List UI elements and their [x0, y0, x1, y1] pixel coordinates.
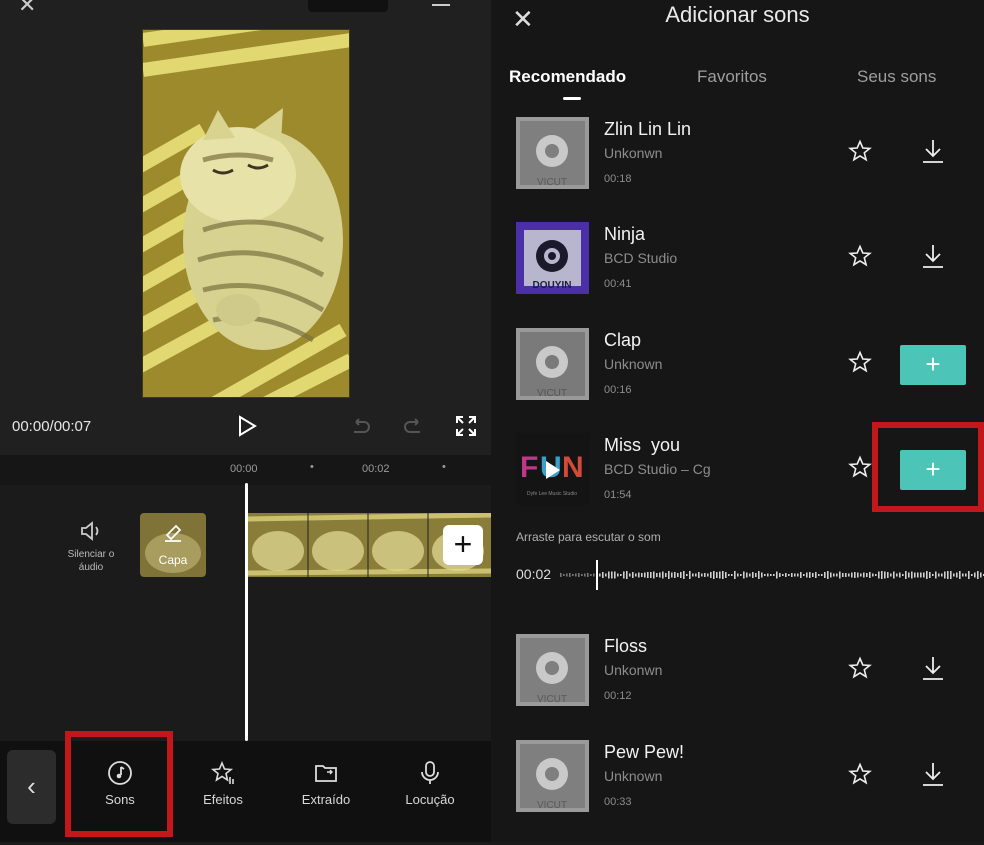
download-icon[interactable]	[920, 137, 946, 170]
back-button[interactable]: ‹	[7, 750, 56, 824]
tool-efeitos[interactable]: Efeitos	[178, 760, 268, 807]
ruler-tick: 00:02	[362, 463, 390, 475]
tab-recomendado[interactable]: Recomendado	[509, 67, 626, 87]
microphone-icon	[421, 761, 439, 784]
svg-text:VICUT: VICUT	[537, 177, 567, 188]
sound-title: Ninja	[604, 224, 646, 244]
menu-icon[interactable]	[432, 4, 450, 6]
sound-duration: 01:54	[604, 489, 632, 501]
svg-text:VICUT: VICUT	[537, 388, 567, 399]
download-icon[interactable]	[920, 654, 946, 687]
ruler-dot: •	[310, 461, 314, 473]
favorite-star-icon[interactable]	[848, 656, 872, 685]
redo-icon[interactable]	[402, 416, 424, 443]
sound-item-ninja[interactable]: DOUYIN Ninja BCD Studio 00:41	[491, 222, 984, 327]
sound-duration: 00:12	[604, 690, 632, 702]
tool-locucao[interactable]: Locução	[385, 760, 475, 807]
speaker-icon	[81, 521, 99, 541]
undo-icon[interactable]	[350, 416, 372, 443]
sound-title: Zlin Lin Lin	[604, 119, 692, 139]
sound-title: Pew Pew!	[604, 742, 685, 762]
svg-text:F: F	[520, 451, 538, 484]
fullscreen-icon[interactable]	[455, 415, 477, 442]
sound-artist: Unknown	[604, 768, 663, 784]
vicut-logo-icon: VICUT	[516, 117, 589, 189]
svg-text:Dyfe Lee Music Studio: Dyfe Lee Music Studio	[527, 491, 577, 497]
svg-text:DOUYIN: DOUYIN	[533, 280, 572, 291]
vicut-logo-icon: VICUT	[516, 634, 589, 706]
sound-duration: 00:41	[604, 278, 632, 290]
timecode: 00:00/00:07	[12, 418, 92, 435]
highlight-sons	[65, 731, 173, 837]
ruler-tick: 00:00	[230, 463, 258, 475]
close-icon[interactable]: ✕	[18, 0, 36, 18]
highlight-add-button	[872, 422, 984, 512]
add-sound-button[interactable]: +	[900, 345, 966, 385]
sound-artist: Unkonwn	[604, 145, 663, 161]
tab-seus-sons[interactable]: Seus sons	[857, 67, 936, 87]
sound-item-pew-pew[interactable]: VICUT Pew Pew! Unknown 00:33	[491, 740, 984, 845]
sound-title: Clap	[604, 330, 642, 350]
tab-indicator	[563, 97, 581, 100]
download-icon[interactable]	[920, 242, 946, 275]
mute-audio-button[interactable]: Silenciar o áudio	[60, 520, 122, 574]
mute-audio-label: Silenciar o áudio	[67, 549, 115, 573]
favorite-star-icon[interactable]	[848, 455, 872, 484]
scrub-hint: Arraste para escutar o som	[516, 530, 661, 544]
svg-text:N: N	[562, 451, 584, 484]
sound-artist: BCD Studio	[604, 250, 678, 266]
tool-efeitos-label: Efeitos	[203, 792, 243, 807]
waveform-cursor[interactable]	[596, 560, 598, 590]
vicut-logo-icon: VICUT	[516, 328, 589, 400]
sound-title: Floss	[604, 636, 648, 656]
download-icon[interactable]	[920, 760, 946, 793]
audio-waveform[interactable]	[560, 560, 984, 590]
cover-button[interactable]: Capa	[140, 513, 206, 577]
sound-artist: Unknown	[604, 356, 663, 372]
sound-duration: 00:18	[604, 173, 632, 185]
panel-title: Adicionar sons	[665, 2, 810, 27]
cover-label: Capa	[158, 553, 188, 567]
favorite-star-icon[interactable]	[848, 762, 872, 791]
sparkle-star-icon	[210, 760, 234, 784]
sound-title: Miss you	[604, 435, 681, 455]
sound-item-zlin-lin-lin[interactable]: VICUT Zlin Lin Lin Unkonwn 00:18	[491, 117, 984, 222]
svg-text:VICUT: VICUT	[537, 800, 567, 811]
playhead[interactable]	[245, 483, 248, 741]
video-frame	[142, 29, 350, 398]
export-button[interactable]	[308, 0, 388, 12]
favorite-star-icon[interactable]	[848, 139, 872, 168]
tab-favoritos[interactable]: Favoritos	[697, 67, 767, 87]
folder-icon	[315, 765, 337, 782]
waveform-time: 00:02	[516, 566, 552, 582]
sound-duration: 00:16	[604, 384, 632, 396]
douyin-logo-icon: DOUYIN	[516, 222, 589, 294]
tool-locucao-label: Locução	[405, 792, 455, 807]
favorite-star-icon[interactable]	[848, 350, 872, 379]
play-icon[interactable]	[236, 414, 258, 443]
favorite-star-icon[interactable]	[848, 244, 872, 273]
vicut-logo-icon: VICUT	[516, 740, 589, 812]
sound-artist: Unkonwn	[604, 662, 663, 678]
add-clip-button[interactable]: +	[443, 525, 483, 565]
ruler-dot: •	[442, 461, 446, 473]
svg-text:VICUT: VICUT	[537, 694, 567, 705]
fun-cover-icon: FUNDyfe Lee Music Studio	[516, 433, 589, 505]
sound-artist: BCD Studio – Cg	[604, 461, 711, 477]
sound-item-clap[interactable]: VICUT Clap Unknown 00:16 +	[491, 328, 984, 433]
sound-duration: 00:33	[604, 796, 632, 808]
tool-extraido-label: Extraído	[301, 792, 351, 807]
tool-extraido[interactable]: Extraído	[281, 760, 371, 807]
sound-item-floss[interactable]: VICUT Floss Unkonwn 00:12	[491, 634, 984, 739]
